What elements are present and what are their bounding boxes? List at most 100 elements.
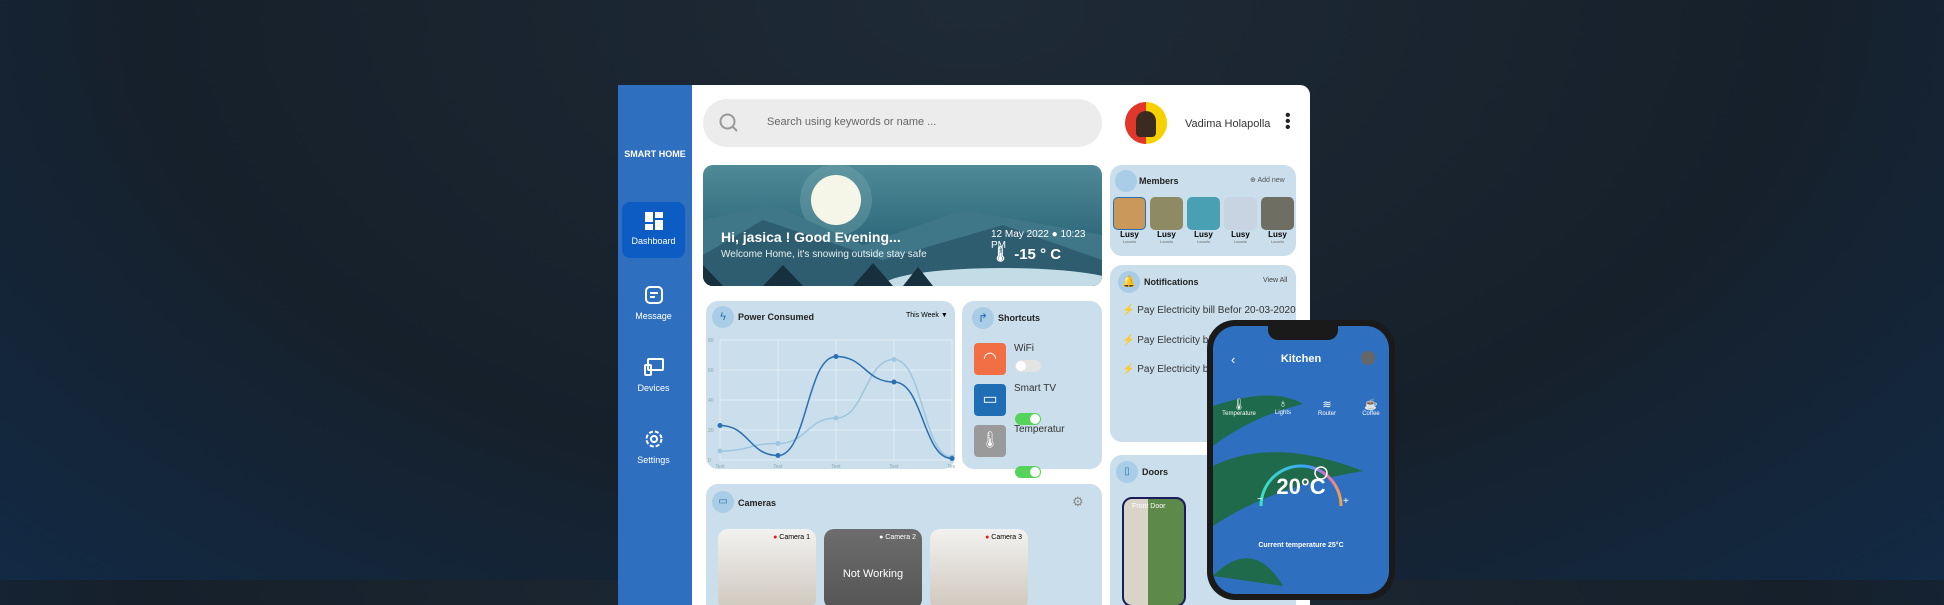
device-tab-router[interactable]: ≋ Router: [1305, 398, 1349, 417]
y-tick-label: 60: [708, 368, 714, 374]
sidebar-item-label: Settings: [637, 455, 670, 465]
dashboard-icon: [644, 212, 663, 230]
door-icon: ▯: [1116, 461, 1138, 483]
sidebar-item-settings[interactable]: Settings: [622, 429, 685, 485]
camera-settings-gear-icon[interactable]: ⚙: [1072, 494, 1084, 510]
member[interactable]: Lusy Locarlo: [1150, 197, 1183, 244]
x-tick-label: Text: [831, 464, 841, 469]
device-tab-label: Router: [1317, 411, 1336, 417]
wifi-icon: ◠: [974, 343, 1006, 375]
camera-status: Not Working: [842, 568, 904, 580]
more-menu-icon[interactable]: • • •: [1285, 108, 1291, 136]
device-tab-label: Temperature: [1222, 411, 1256, 417]
lightning-icon: ⚡: [1122, 364, 1135, 375]
data-point: [891, 357, 897, 362]
data-point: [949, 456, 955, 461]
greeting: Hi, jasica ! Good Evening...: [721, 229, 901, 245]
device-tab-coffee[interactable]: ☕ Coffee: [1349, 398, 1389, 417]
sidebar-item-devices[interactable]: Devices: [622, 357, 685, 413]
member[interactable]: Lusy Locarlo: [1187, 197, 1220, 244]
data-point: [891, 379, 897, 385]
search-input[interactable]: Search using keywords or name ...: [703, 99, 1102, 147]
phone-notch: [1268, 326, 1338, 340]
setpoint-value: 20°C: [1276, 474, 1326, 499]
temperature-toggle[interactable]: [1015, 466, 1041, 478]
date: 12 May 2022: [991, 229, 1049, 240]
device-tab-lights[interactable]: ♁ Lights: [1261, 398, 1305, 417]
recording-dot-icon: ●: [985, 534, 990, 541]
sidebar-item-dashboard[interactable]: Dashboard: [622, 202, 685, 258]
y-tick-label: 0: [708, 458, 711, 464]
cameras-title: Cameras: [738, 498, 777, 508]
camera-tile[interactable]: ● Camera 2 Not Working: [824, 529, 922, 605]
device-tabs: 🌡 Temperature ♁ Lights ≋ Router ☕ Coffee: [1217, 398, 1389, 417]
camera-icon: ▭: [712, 491, 734, 513]
phone-mockup: ‹ Kitchen 🌡 Temperature ♁ Lights ≋ Router ☕…: [1207, 320, 1395, 600]
search-placeholder: Search using keywords or name ...: [767, 116, 937, 128]
sidebar-item-message[interactable]: Message: [622, 285, 685, 341]
camera-label: Camera 1: [779, 534, 810, 541]
member-name: Lusy: [1120, 230, 1139, 239]
member[interactable]: Lusy Locarlo: [1113, 197, 1146, 244]
add-member-button[interactable]: ⊕ Add new: [1250, 176, 1285, 184]
y-tick-label: 80: [708, 338, 714, 344]
member[interactable]: Lusy Locarlo: [1224, 197, 1257, 244]
sidebar-item-label: Devices: [637, 383, 670, 393]
data-point: [717, 448, 723, 454]
thermometer-person-icon: 🌡: [974, 425, 1006, 457]
member-name: Lusy: [1231, 230, 1250, 239]
sidebar-item-label: Message: [635, 311, 672, 321]
member-name: Lusy: [1268, 230, 1287, 239]
front-door-camera[interactable]: Front Door: [1122, 497, 1186, 605]
current-temperature: Current temperature 25°C: [1258, 542, 1344, 549]
power-consumed-card: ϟ Power Consumed This Week ▼ 0 20 40 60 80 Te…: [706, 301, 955, 469]
lightning-icon: ⚡: [1122, 335, 1135, 346]
member-sub: Locarlo: [1122, 239, 1137, 244]
notifications-title: Notifications: [1144, 277, 1199, 287]
member-name: Lusy: [1194, 230, 1213, 239]
x-tick-label: Text: [773, 464, 783, 469]
camera-tile[interactable]: ● Camera 3: [930, 529, 1028, 605]
data-point: [833, 354, 839, 359]
sidebar-item-label: Dashboard: [631, 236, 676, 246]
sidebar: SMART HOME Dashboard Message Devices Set…: [618, 85, 692, 605]
x-tick-label: Text: [947, 464, 955, 469]
night-landscape-illustration: [703, 165, 1102, 286]
device-tab-temperature[interactable]: 🌡 Temperature: [1217, 398, 1261, 417]
members-card: Members ⊕ Add new Lusy Locarlo Lusy Locarl…: [1110, 165, 1296, 256]
shortcut-label: Smart TV: [1014, 383, 1057, 394]
notification-item[interactable]: ⚡ Pay Electricity bill Befor 20-03-2020: [1122, 305, 1296, 316]
member-name: Lusy: [1157, 230, 1176, 239]
wifi-icon: ≋: [1322, 399, 1332, 411]
search-icon: [719, 113, 738, 132]
member-sub: Locarlo: [1159, 239, 1174, 244]
view-all-link[interactable]: View All: [1263, 277, 1287, 284]
members-icon: [1115, 170, 1137, 192]
notification-text: Pay Electricity bill Befor 20-03-2020: [1137, 305, 1296, 316]
bulb-icon: ♁: [1278, 398, 1288, 410]
avatar[interactable]: [1125, 102, 1167, 144]
power-chart: 0 20 40 60 80 Text Text Text Text Text: [708, 338, 955, 469]
thermometer-icon: 🌡: [991, 246, 1011, 263]
brand-label: SMART HOME: [624, 149, 686, 159]
member[interactable]: Lusy Locarlo: [1261, 197, 1294, 244]
devices-icon: [643, 358, 664, 376]
member-sub: Locarlo: [1233, 239, 1248, 244]
front-door-label: Front Door: [1132, 503, 1166, 510]
member-sub: Locarlo: [1196, 239, 1211, 244]
cameras-card: ▭ Cameras ⚙ ● Camera 1 ● Camera 2 Not Wor…: [706, 484, 1102, 605]
camera-label: Camera 3: [991, 534, 1022, 541]
user-name: Vadima Holapolla: [1185, 118, 1271, 130]
camera-tile[interactable]: ● Camera 1: [718, 529, 816, 605]
tv-icon: ▭: [974, 384, 1006, 416]
y-tick-label: 20: [708, 428, 714, 434]
thermometer-icon: 🌡: [1232, 399, 1246, 411]
shortcuts-card: ↱ Shortcuts ◠ WiFi ▭ Smart TV 🌡 Temperat…: [962, 301, 1102, 478]
weather-banner: Hi, jasica ! Good Evening... Welcome Hom…: [703, 165, 1102, 286]
device-tab-label: Lights: [1274, 410, 1291, 416]
wifi-toggle[interactable]: [1015, 360, 1041, 372]
increase-button[interactable]: +: [1343, 496, 1349, 507]
decrease-button[interactable]: −: [1257, 494, 1263, 505]
room-settings-icon[interactable]: [1361, 351, 1375, 365]
add-new-label: Add new: [1257, 177, 1285, 184]
